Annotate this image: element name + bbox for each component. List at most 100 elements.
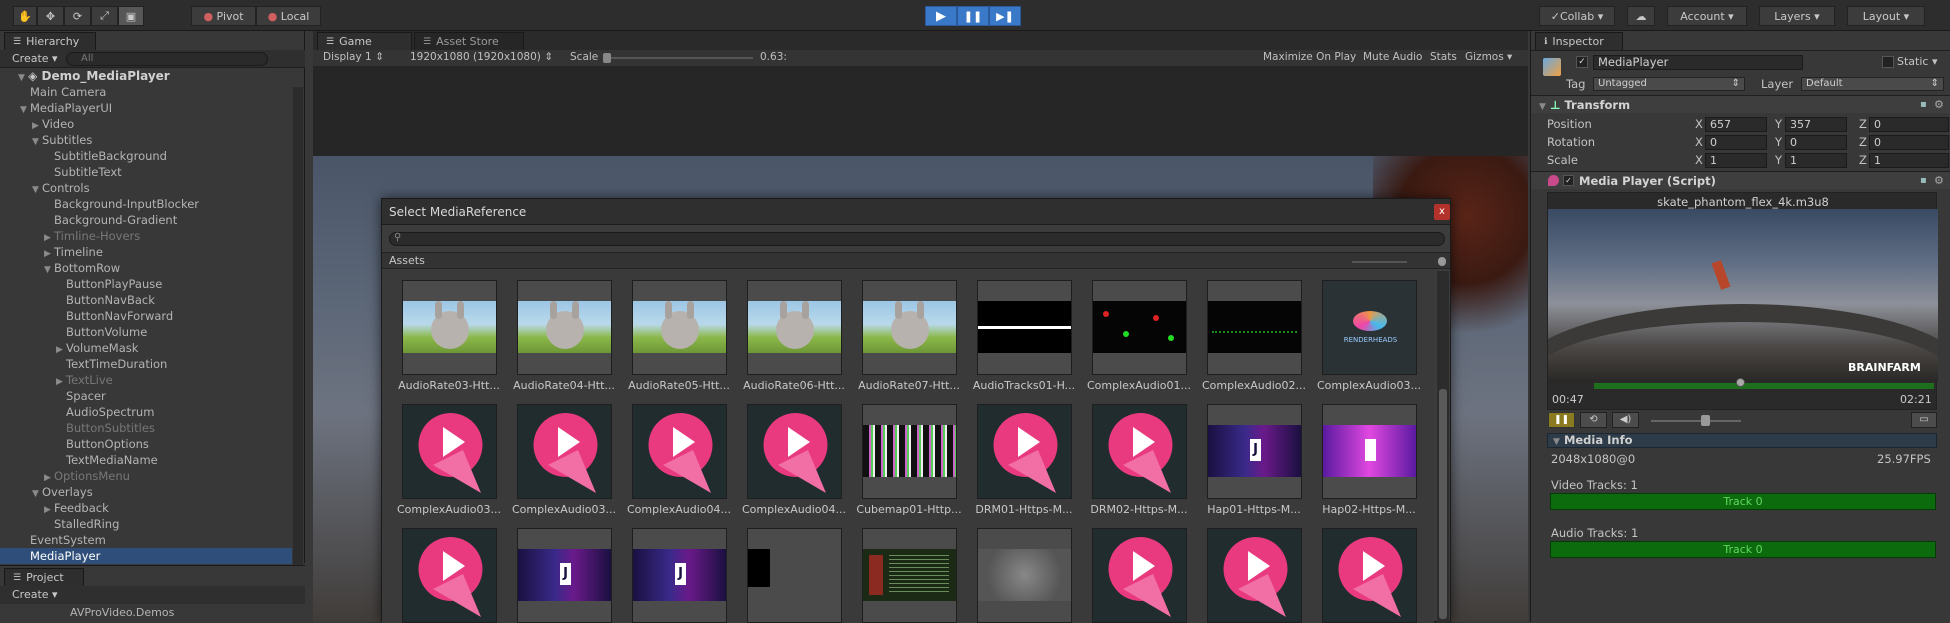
pos-z-field[interactable]: 0	[1869, 117, 1949, 132]
asset-label[interactable]: ComplexAudio03...	[394, 503, 504, 516]
step-button[interactable]: ▶❚	[989, 6, 1021, 26]
asset-label[interactable]: AudioRate06-Htt...	[739, 379, 849, 392]
layer-dropdown[interactable]: Default ⇕	[1801, 77, 1944, 91]
hierarchy-item[interactable]: ▼ MediaPlayerUI	[0, 100, 112, 116]
hierarchy-search-input[interactable]: All	[66, 52, 268, 66]
media-info-header[interactable]: ▼ Media Info	[1553, 432, 1633, 448]
asset-thumbnail[interactable]	[862, 528, 957, 623]
dialog-close-button[interactable]: x	[1434, 204, 1450, 220]
object-name-field[interactable]: MediaPlayer	[1593, 55, 1803, 70]
project-item[interactable]: AVProVideo.Demos	[70, 606, 174, 619]
tab-game[interactable]: ☰ Game	[317, 32, 412, 50]
hierarchy-item[interactable]: Background-Gradient	[0, 212, 177, 228]
asset-thumbnail[interactable]	[747, 528, 842, 623]
play-button[interactable]: ▶	[925, 6, 957, 26]
asset-label[interactable]: AudioTracks01-H...	[969, 379, 1079, 392]
scale-slider[interactable]	[603, 57, 753, 59]
video-track-0-button[interactable]: Track 0	[1550, 493, 1936, 510]
asset-thumbnail[interactable]	[632, 404, 727, 499]
tag-dropdown[interactable]: Untagged ⇕	[1593, 77, 1745, 91]
pivot-toggle[interactable]: ● Pivot	[191, 6, 256, 26]
hand-tool-icon[interactable]: ✋	[13, 6, 37, 26]
hierarchy-item[interactable]: ▼ Overlays	[0, 484, 93, 500]
thumbnail-size-thumb[interactable]	[1438, 257, 1446, 266]
hierarchy-item[interactable]: ▼ Subtitles	[0, 132, 92, 148]
component-help-icon[interactable]: ▪	[1920, 175, 1927, 186]
hierarchy-scrollbar[interactable]	[293, 87, 303, 569]
asset-label[interactable]: DRM02-Https-M...	[1084, 503, 1194, 516]
asset-label[interactable]: ComplexAudio04...	[624, 503, 734, 516]
asset-label[interactable]: Cubemap01-Http...	[854, 503, 964, 516]
asset-thumbnail[interactable]	[862, 280, 957, 375]
tab-asset-store[interactable]: ☰ Asset Store	[414, 32, 524, 50]
move-tool-icon[interactable]: ✥	[37, 6, 64, 26]
cloud-icon[interactable]: ☁	[1627, 6, 1655, 26]
asset-thumbnail[interactable]	[402, 404, 497, 499]
hierarchy-item[interactable]: ButtonNavForward	[0, 308, 173, 324]
layout-dropdown[interactable]: Layout ▾	[1847, 6, 1925, 26]
asset-thumbnail[interactable]	[747, 404, 842, 499]
hierarchy-item[interactable]: ▼ Controls	[0, 180, 90, 196]
gizmos-dropdown[interactable]: Gizmos ▾	[1465, 51, 1512, 63]
volume-slider-thumb[interactable]	[1701, 415, 1710, 426]
volume-slider[interactable]	[1651, 420, 1741, 422]
hierarchy-create-button[interactable]: Create ▾	[12, 52, 58, 65]
audio-track-0-button[interactable]: Track 0	[1550, 541, 1936, 558]
hierarchy-item[interactable]: TextMediaName	[0, 452, 158, 468]
asset-thumbnail[interactable]	[977, 404, 1072, 499]
asset-thumbnail[interactable]	[517, 280, 612, 375]
fullscreen-icon[interactable]: ▭	[1911, 412, 1937, 428]
stats-toggle[interactable]: Stats	[1430, 51, 1457, 63]
hierarchy-item[interactable]: SubtitleText	[0, 164, 122, 180]
asset-thumbnail[interactable]	[1322, 404, 1417, 499]
scl-z-field[interactable]: 1	[1869, 153, 1949, 168]
asset-label[interactable]: Hap02-Https-M...	[1314, 503, 1424, 516]
asset-label[interactable]: ComplexAudio02...	[1199, 379, 1309, 392]
asset-thumbnail[interactable]: J	[517, 528, 612, 623]
scl-y-field[interactable]: 1	[1785, 153, 1847, 168]
asset-thumbnail[interactable]	[1322, 528, 1417, 623]
static-checkbox[interactable]	[1882, 56, 1894, 68]
asset-label[interactable]: AudioRate05-Htt...	[624, 379, 734, 392]
asset-thumbnail[interactable]	[1092, 528, 1187, 623]
tab-hierarchy[interactable]: ☰ Hierarchy	[4, 32, 96, 50]
tab-project[interactable]: ☰ Project	[4, 568, 84, 586]
hierarchy-item[interactable]: ▶ TextLive	[0, 372, 113, 388]
component-gear-icon[interactable]: ⚙	[1934, 174, 1944, 187]
gear-icon[interactable]: ⚙	[1934, 98, 1944, 111]
asset-thumbnail[interactable]	[1207, 528, 1302, 623]
pos-x-field[interactable]: 657	[1705, 117, 1767, 132]
scale-slider-thumb[interactable]	[603, 53, 611, 63]
volume-icon[interactable]: ◀)	[1612, 412, 1639, 428]
mute-audio-toggle[interactable]: Mute Audio	[1363, 51, 1422, 63]
seek-bar[interactable]	[1594, 383, 1934, 389]
asset-thumbnail[interactable]	[977, 528, 1072, 623]
layers-dropdown[interactable]: Layers ▾	[1759, 6, 1835, 26]
asset-thumbnail[interactable]: J	[1207, 404, 1302, 499]
help-icon[interactable]: ▪	[1920, 99, 1927, 110]
rect-tool-icon[interactable]: ▣	[118, 6, 144, 26]
hierarchy-item[interactable]: ▶ VolumeMask	[0, 340, 138, 356]
local-toggle[interactable]: ● Local	[256, 6, 321, 26]
asset-label[interactable]: ComplexAudio03...	[509, 503, 619, 516]
asset-label[interactable]: DRM01-Https-M...	[969, 503, 1079, 516]
hierarchy-item[interactable]: ▼ BottomRow	[0, 260, 120, 276]
hierarchy-item[interactable]: EventSystem	[0, 532, 106, 548]
hierarchy-item[interactable]: ButtonSubtitles	[0, 420, 155, 436]
pause-button[interactable]: ❚❚	[957, 6, 989, 26]
asset-thumbnail[interactable]	[977, 280, 1072, 375]
hierarchy-item[interactable]: AudioSpectrum	[0, 404, 154, 420]
hierarchy-item[interactable]: ButtonPlayPause	[0, 276, 162, 292]
asset-thumbnail[interactable]	[747, 280, 842, 375]
hierarchy-item[interactable]: ButtonVolume	[0, 324, 147, 340]
asset-thumbnail[interactable]	[632, 280, 727, 375]
hierarchy-item[interactable]: Main Camera	[0, 84, 106, 100]
transform-header[interactable]: ▼ ⊥ Transform	[1539, 97, 1630, 113]
account-dropdown[interactable]: Account ▾	[1667, 6, 1747, 26]
hierarchy-item[interactable]: ▶ Feedback	[0, 500, 109, 516]
asset-thumbnail[interactable]: J	[632, 528, 727, 623]
hierarchy-item[interactable]: ▶ Video	[0, 116, 74, 132]
asset-thumbnail[interactable]	[1092, 404, 1187, 499]
scene-header[interactable]: ▼ ◈ Demo_MediaPlayer	[18, 68, 170, 84]
rot-z-field[interactable]: 0	[1869, 135, 1949, 150]
